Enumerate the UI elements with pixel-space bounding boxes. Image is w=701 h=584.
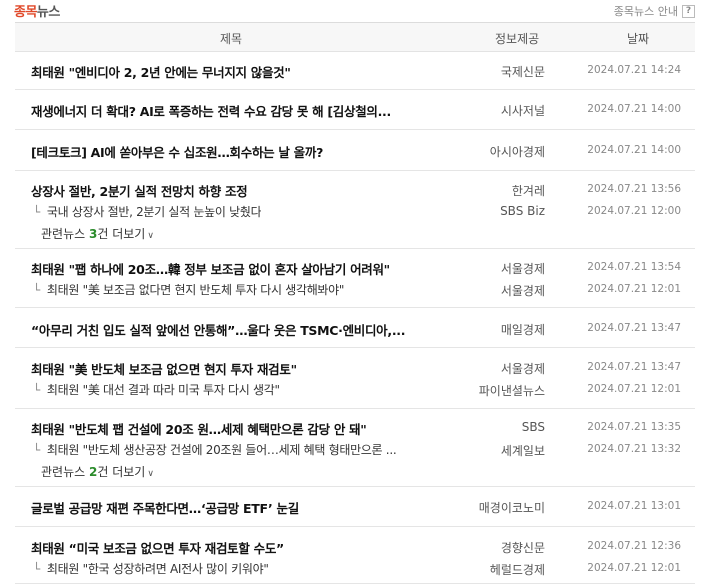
related-suffix: 건 더보기 bbox=[97, 227, 146, 241]
news-title-link[interactable]: 상장사 절반, 2분기 실적 전망치 하향 조정 bbox=[31, 181, 247, 200]
news-date: 2024.07.21 13:32 bbox=[587, 443, 681, 455]
news-item: 글로벌 공급망 재편 주목한다면…‘공급망 ETF’ 눈길 매경이코노미 2024.… bbox=[15, 487, 695, 527]
news-sub-row: 최태원 "美 대선 결과 따라 미국 투자 다시 생각" 파이낸셜뉴스 2024.0… bbox=[15, 378, 695, 400]
news-source: SBS Biz bbox=[500, 204, 545, 218]
related-news-row: 관련뉴스 2건 더보기 ∨ bbox=[15, 460, 695, 482]
column-source: 정보제공 bbox=[495, 32, 540, 46]
news-source: 시사저널 bbox=[500, 104, 545, 118]
news-date: 2024.07.21 13:47 bbox=[587, 361, 681, 373]
news-title-link[interactable]: 최태원 "美 대선 결과 따라 미국 투자 다시 생각" bbox=[33, 381, 280, 398]
chevron-down-icon[interactable]: ∨ bbox=[147, 469, 154, 479]
news-row: 글로벌 공급망 재편 주목한다면…‘공급망 ETF’ 눈길 매경이코노미 2024.… bbox=[15, 495, 695, 517]
news-source: 한겨레 bbox=[511, 184, 545, 198]
news-source: 파이낸셜뉴스 bbox=[478, 384, 545, 398]
news-item: [테크토크] AI에 쏟아부은 수 십조원…회수하는 날 올까? 아시아경제 202… bbox=[15, 130, 695, 171]
news-item: “아무리 거친 입도 실적 앞에선 안통해”…울다 웃은 TSMC·엔비디아,.… bbox=[15, 308, 695, 348]
chevron-down-icon[interactable]: ∨ bbox=[147, 231, 154, 241]
news-sub-row: 최태원 "반도체 생산공장 건설에 20조원 들어…세제 혜택 형태만으론 ..… bbox=[15, 438, 695, 460]
news-date: 2024.07.21 14:00 bbox=[587, 103, 681, 115]
news-date: 2024.07.21 13:01 bbox=[587, 500, 681, 512]
news-sub-row: 최태원 "한국 성장하려면 AI전사 많이 키워야"헤럴드경제2024.07.2… bbox=[15, 557, 695, 579]
news-title-link[interactable]: 최태원 "美 반도체 보조금 없으면 현지 투자 재검토" bbox=[31, 359, 297, 378]
related-news-toggle[interactable]: 관련뉴스 3건 더보기 ∨ bbox=[41, 225, 154, 242]
news-source: 서울경제 bbox=[500, 262, 545, 276]
news-item: 상장사 절반, 2분기 실적 전망치 하향 조정 한겨레 2024.07.21 13… bbox=[15, 171, 695, 249]
news-item: 최태원 "엔비디아 2, 2년 안에는 무너지지 않을것" 국제신문 2024.07… bbox=[15, 51, 695, 90]
news-list: 최태원 "엔비디아 2, 2년 안에는 무너지지 않을것" 국제신문 2024.07… bbox=[15, 51, 695, 584]
news-row: 상장사 절반, 2분기 실적 전망치 하향 조정 한겨레 2024.07.21 13… bbox=[15, 178, 695, 200]
news-title-link[interactable]: 국내 상장사 절반, 2분기 실적 눈높이 낮췄다 bbox=[33, 203, 262, 220]
news-source: 아시아경제 bbox=[489, 145, 545, 159]
news-row: 최태원 "반도체 팹 건설에 20조 원…세제 혜택만으론 감당 안 돼" SBS… bbox=[15, 416, 695, 438]
news-date: 2024.07.21 13:47 bbox=[587, 322, 681, 334]
news-title-link[interactable]: 글로벌 공급망 재편 주목한다면…‘공급망 ETF’ 눈길 bbox=[31, 498, 299, 517]
news-title-link[interactable]: 최태원 "반도체 생산공장 건설에 20조원 들어…세제 혜택 형태만으론 ..… bbox=[33, 441, 397, 458]
news-date: 2024.07.21 14:00 bbox=[587, 144, 681, 156]
news-row: 최태원 "엔비디아 2, 2년 안에는 무너지지 않을것" 국제신문 2024.07… bbox=[15, 59, 695, 81]
news-date: 2024.07.21 13:35 bbox=[587, 421, 681, 433]
news-date: 2024.07.21 13:56 bbox=[587, 183, 681, 195]
related-prefix: 관련뉴스 bbox=[41, 465, 89, 479]
column-title: 제목 bbox=[220, 32, 243, 46]
news-row: 최태원 “미국 보조금 없으면 투자 재검토할 수도” 경향신문 2024.07.2… bbox=[15, 535, 695, 557]
news-row: [테크토크] AI에 쏟아부은 수 십조원…회수하는 날 올까? 아시아경제 202… bbox=[15, 139, 695, 161]
news-row: “아무리 거친 입도 실적 앞에선 안통해”…울다 웃은 TSMC·엔비디아,.… bbox=[15, 317, 695, 339]
news-title-link[interactable]: 재생에너지 더 확대? AI로 폭증하는 전력 수요 감당 못 해 [김상철의.… bbox=[31, 101, 391, 120]
news-title-link[interactable]: 최태원 “미국 보조금 없으면 투자 재검토할 수도” bbox=[31, 538, 284, 557]
news-title-link[interactable]: 최태원 "반도체 팹 건설에 20조 원…세제 혜택만으론 감당 안 돼" bbox=[31, 419, 367, 438]
title-gray: 뉴스 bbox=[36, 5, 60, 20]
news-item: 최태원 "팹 하나에 20조…韓 정부 보조금 없이 혼자 살아남기 어려워" 서… bbox=[15, 249, 695, 308]
help-icon[interactable]: ? bbox=[682, 4, 695, 18]
panel-header: 종목뉴스 종목뉴스 안내 ? bbox=[0, 0, 701, 22]
guide-label[interactable]: 종목뉴스 안내 bbox=[614, 3, 678, 19]
news-item: 최태원 "반도체 팹 건설에 20조 원…세제 혜택만으론 감당 안 돼" SBS… bbox=[15, 409, 695, 487]
news-source: 서울경제 bbox=[500, 362, 545, 376]
column-header: 제목 정보제공 날짜 bbox=[15, 22, 695, 52]
news-date: 2024.07.21 12:01 bbox=[587, 283, 681, 295]
news-row: 재생에너지 더 확대? AI로 폭증하는 전력 수요 감당 못 해 [김상철의.… bbox=[15, 98, 695, 120]
news-date: 2024.07.21 12:00 bbox=[587, 205, 681, 217]
news-date: 2024.07.21 12:36 bbox=[587, 540, 681, 552]
news-sub-row: 국내 상장사 절반, 2분기 실적 눈높이 낮췄다 SBS Biz 2024.07.… bbox=[15, 200, 695, 222]
title-red: 종목 bbox=[14, 5, 37, 20]
related-news-toggle[interactable]: 관련뉴스 2건 더보기 ∨ bbox=[41, 463, 154, 480]
related-suffix: 건 더보기 bbox=[97, 465, 146, 479]
panel-title: 종목뉴스 bbox=[14, 1, 60, 20]
news-item: 재생에너지 더 확대? AI로 폭증하는 전력 수요 감당 못 해 [김상철의.… bbox=[15, 90, 695, 130]
news-row: 최태원 "팹 하나에 20조…韓 정부 보조금 없이 혼자 살아남기 어려워" 서… bbox=[15, 256, 695, 278]
news-sub-row: 최태원 "美 보조금 없다면 현지 반도체 투자 다시 생각해봐야" 서울경제 20… bbox=[15, 278, 695, 300]
news-title-link[interactable]: 최태원 "美 보조금 없다면 현지 반도체 투자 다시 생각해봐야" bbox=[33, 281, 344, 298]
news-item: 최태원 “미국 보조금 없으면 투자 재검토할 수도” 경향신문 2024.07.2… bbox=[15, 527, 695, 584]
news-source: 매일경제 bbox=[500, 323, 545, 337]
news-date: 2024.07.21 12:01 bbox=[587, 383, 681, 395]
news-source: 서울경제 bbox=[500, 284, 545, 298]
news-title-link[interactable]: [테크토크] AI에 쏟아부은 수 십조원…회수하는 날 올까? bbox=[31, 142, 323, 161]
news-title-link[interactable]: 최태원 "팹 하나에 20조…韓 정부 보조금 없이 혼자 살아남기 어려워" bbox=[31, 259, 390, 278]
news-source: 세계일보 bbox=[500, 444, 545, 458]
news-date: 2024.07.21 14:24 bbox=[587, 64, 681, 76]
news-source: 경향신문 bbox=[500, 541, 545, 555]
column-date: 날짜 bbox=[627, 32, 650, 46]
news-source: SBS bbox=[521, 420, 545, 434]
news-guide-link[interactable]: 종목뉴스 안내 ? bbox=[614, 3, 695, 19]
related-news-row: 관련뉴스 3건 더보기 ∨ bbox=[15, 222, 695, 244]
news-date: 2024.07.21 13:54 bbox=[587, 261, 681, 273]
news-source: 매경이코노미 bbox=[478, 501, 545, 515]
news-item: 최태원 "美 반도체 보조금 없으면 현지 투자 재검토" 서울경제 2024.07… bbox=[15, 348, 695, 409]
news-title-link[interactable]: 최태원 "한국 성장하려면 AI전사 많이 키워야" bbox=[33, 560, 269, 577]
news-title-link[interactable]: “아무리 거친 입도 실적 앞에선 안통해”…울다 웃은 TSMC·엔비디아,.… bbox=[31, 320, 405, 339]
news-row: 최태원 "美 반도체 보조금 없으면 현지 투자 재검토" 서울경제 2024.07… bbox=[15, 356, 695, 378]
news-source: 국제신문 bbox=[500, 65, 545, 79]
news-title-link[interactable]: 최태원 "엔비디아 2, 2년 안에는 무너지지 않을것" bbox=[31, 62, 291, 81]
stock-news-panel: 종목뉴스 종목뉴스 안내 ? 제목 정보제공 날짜 최태원 "엔비디아 2, 2… bbox=[0, 0, 701, 584]
related-prefix: 관련뉴스 bbox=[41, 227, 89, 241]
